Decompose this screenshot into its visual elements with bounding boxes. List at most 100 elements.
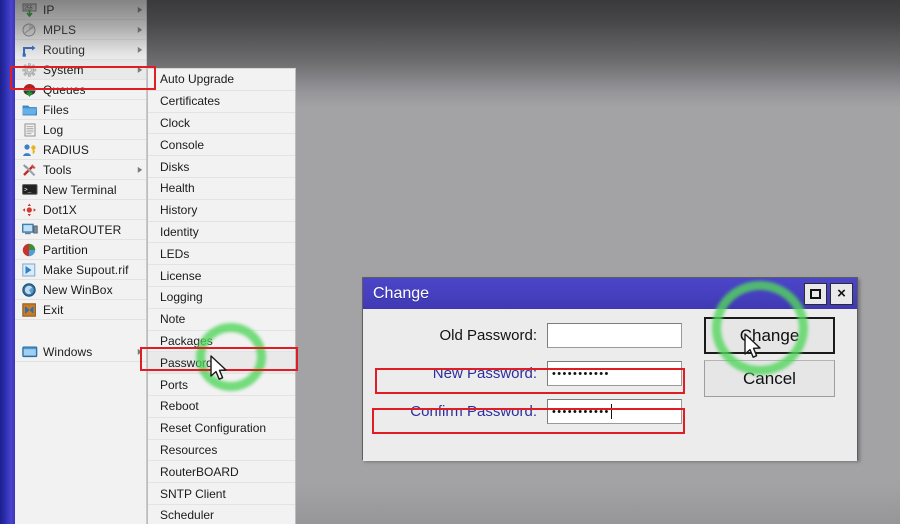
menu-item-label: Routing [43,42,86,57]
menu-item-label: System [43,62,84,77]
menu-item-label: Files [43,102,69,117]
tools-icon [21,162,38,177]
submenu-item-reset-configuration[interactable]: Reset Configuration [148,418,295,440]
submenu-item-label: Console [160,137,205,152]
chevron-right-icon: ▸ [137,162,143,176]
menu-item-new-winbox[interactable]: New WinBox [15,280,146,300]
submenu-item-label: Logging [160,290,203,305]
new-password-input[interactable]: ••••••••••• [547,361,682,386]
submenu-item-certificates[interactable]: Certificates [148,91,295,113]
system-gear-icon [21,62,38,77]
submenu-item-label: Ports [160,377,189,392]
menu-item-system[interactable]: System ▸ [15,60,146,80]
menu-item-files[interactable]: Files [15,100,146,120]
maximize-restore-icon[interactable] [804,282,827,305]
submenu-item-label: Certificates [160,94,221,109]
menu-item-dot1x[interactable]: Dot1X [15,200,146,220]
submenu-item-console[interactable]: Console [148,134,295,157]
submenu-item-label: Reset Configuration [160,421,267,436]
queues-icon [21,82,38,97]
menu-item-partition[interactable]: Partition [15,240,146,260]
submenu-item-label: Clock [160,115,191,130]
menu-item-label: Tools [43,162,72,177]
metarouter-icon [21,222,38,237]
submenu-item-health[interactable]: Health [148,178,295,200]
menu-item-radius[interactable]: RADIUS [15,140,146,160]
maximize-square-glyph [810,288,821,299]
submenu-item-ports[interactable]: Ports [148,374,295,396]
old-password-input[interactable] [547,323,682,348]
dialog-title: Change [373,284,430,302]
menu-item-windows[interactable]: Windows ▸ [15,342,146,362]
exit-icon [21,302,38,317]
dialog-body: Old Password: New Password: ••••••••••• … [363,309,857,461]
submenu-item-label: Reboot [160,399,199,414]
chevron-right-icon: ▸ [137,22,143,36]
submenu-item-logging[interactable]: Logging [148,287,295,309]
main-menu[interactable]: 255 IP ▸ MPLS ▸ Routing ▸ System ▸ Queue… [15,0,147,524]
menu-item-ip[interactable]: 255 IP ▸ [15,0,146,20]
submenu-item-label: Identity [160,224,199,239]
confirm-password-value: ••••••••••• [552,405,610,418]
submenu-item-reboot[interactable]: Reboot [148,396,295,418]
menu-item-label: Dot1X [43,202,77,217]
desktop-left-strip [0,0,15,524]
windows-icon [21,344,38,359]
menu-item-exit[interactable]: Exit [15,300,146,320]
menu-item-metarouter[interactable]: MetaROUTER [15,220,146,240]
menu-item-tools[interactable]: Tools ▸ [15,160,146,180]
menu-item-log[interactable]: Log [15,120,146,140]
menu-item-queues[interactable]: Queues [15,80,146,100]
submenu-item-resources[interactable]: Resources [148,440,295,462]
menu-separator [15,320,146,334]
dialog-titlebar[interactable]: Change × [363,278,857,309]
cancel-button-label: Cancel [743,368,796,388]
menu-item-make-supout-rif[interactable]: Make Supout.rif [15,260,146,280]
submenu-item-label: RouterBOARD [160,464,239,479]
menu-item-label: Queues [43,82,86,97]
make-supout-icon [21,262,38,277]
cancel-button[interactable]: Cancel [704,360,835,397]
change-password-dialog[interactable]: Change × Old Password: New Password: •••… [362,277,858,461]
submenu-item-disks[interactable]: Disks [148,156,295,178]
log-icon [21,122,38,137]
menu-item-new-terminal[interactable]: >_ New Terminal [15,180,146,200]
chevron-right-icon: ▸ [137,2,143,16]
submenu-item-label: Password [160,355,213,370]
menu-item-mpls[interactable]: MPLS ▸ [15,20,146,40]
system-submenu[interactable]: Auto Upgrade Certificates Clock Console … [147,68,296,524]
menu-item-label: New WinBox [43,282,113,297]
submenu-item-note[interactable]: Note [148,309,295,331]
menu-item-routing[interactable]: Routing ▸ [15,40,146,60]
terminal-icon: >_ [21,182,38,197]
submenu-item-history[interactable]: History [148,200,295,222]
menu-item-label: Log [43,122,64,137]
close-icon[interactable]: × [830,282,853,305]
submenu-item-license[interactable]: License [148,265,295,287]
field-row-new-password: New Password: ••••••••••• [377,361,682,386]
submenu-item-identity[interactable]: Identity [148,222,295,244]
submenu-item-auto-upgrade[interactable]: Auto Upgrade [148,69,295,91]
submenu-item-label: License [160,268,202,283]
confirm-password-input[interactable]: ••••••••••• [547,399,682,424]
submenu-item-sntp-client[interactable]: SNTP Client [148,483,295,505]
submenu-item-routerboard[interactable]: RouterBOARD [148,461,295,484]
folder-icon [21,102,38,117]
menu-separator-2 [15,334,146,342]
menu-item-label: MetaROUTER [43,222,122,237]
submenu-item-label: Resources [160,442,218,457]
submenu-item-scheduler[interactable]: Scheduler [148,505,295,524]
submenu-item-packages[interactable]: Packages [148,331,295,353]
mpls-icon [21,22,38,37]
confirm-password-label: Confirm Password: [410,403,537,420]
menu-item-label: New Terminal [43,182,117,197]
submenu-item-leds[interactable]: LEDs [148,243,295,266]
submenu-item-clock[interactable]: Clock [148,113,295,135]
submenu-item-password[interactable]: Password [148,352,295,375]
field-row-old-password: Old Password: [377,323,682,348]
change-button[interactable]: Change [704,317,835,354]
text-caret [610,404,612,419]
new-password-label: New Password: [432,365,537,382]
close-glyph: × [837,285,846,302]
menu-item-label: Partition [43,242,88,257]
